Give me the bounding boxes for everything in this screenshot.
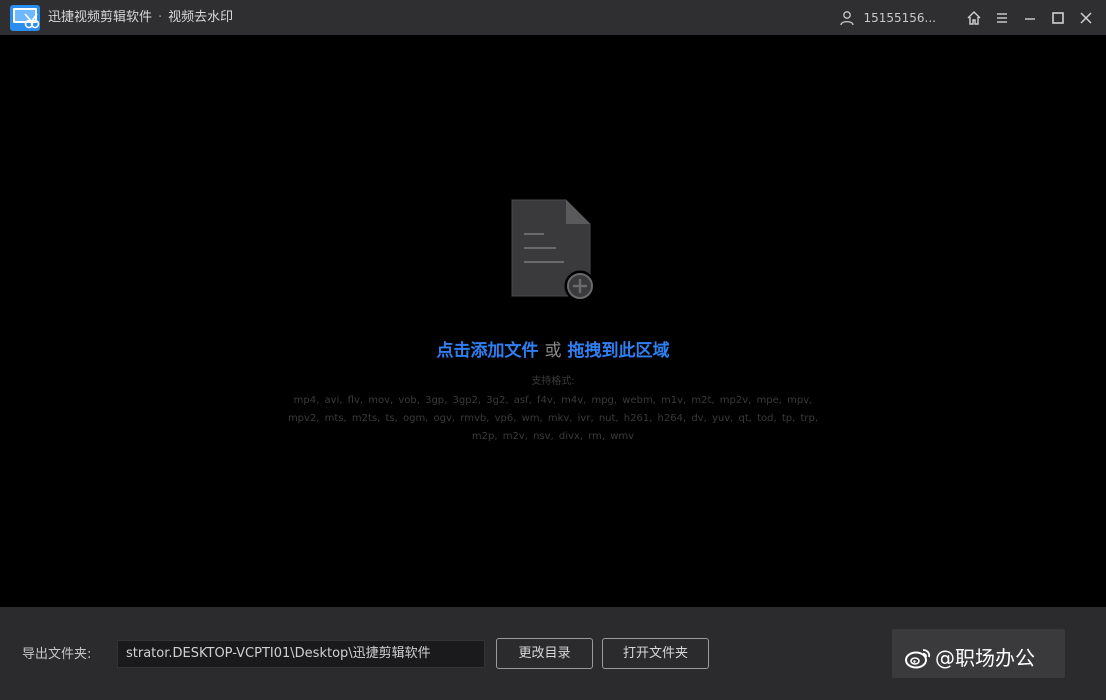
- close-icon: [1080, 11, 1092, 24]
- export-folder-label: 导出文件夹:: [22, 647, 92, 662]
- home-button[interactable]: [960, 0, 988, 35]
- add-file-link[interactable]: 点击添加文件: [437, 341, 539, 361]
- title-controls: 15155156...: [839, 0, 1106, 35]
- watermark-text: @职场办公: [935, 646, 1035, 670]
- add-file-prompt: 点击添加文件或拖拽到此区域: [0, 340, 1106, 362]
- source-watermark: @职场办公: [905, 645, 1035, 671]
- open-folder-button[interactable]: 打开文件夹: [602, 638, 709, 669]
- user-icon[interactable]: [839, 10, 855, 26]
- user-name[interactable]: 15155156...: [863, 11, 936, 25]
- close-button[interactable]: [1072, 0, 1100, 35]
- minimize-icon: [1025, 17, 1035, 20]
- export-path-field[interactable]: strator.DESKTOP-VCPTI01\Desktop\迅捷剪辑软件: [117, 640, 485, 668]
- menu-button[interactable]: [988, 0, 1016, 35]
- bottom-bar: 导出文件夹: strator.DESKTOP-VCPTI01\Desktop\迅…: [0, 607, 1106, 700]
- title-bar: 迅捷视频剪辑软件 · 视频去水印 15155156...: [0, 0, 1106, 35]
- title-separator: ·: [158, 10, 163, 25]
- app-logo-icon: [10, 5, 40, 31]
- app-name: 迅捷视频剪辑软件: [48, 10, 153, 25]
- file-drop-zone[interactable]: 点击添加文件或拖拽到此区域 支持格式: mp4, avi, flv, mov, …: [0, 35, 1106, 607]
- maximize-button[interactable]: [1044, 0, 1072, 35]
- change-directory-button[interactable]: 更改目录: [496, 638, 593, 669]
- module-name: 视频去水印: [168, 10, 234, 25]
- menu-icon: [997, 12, 1007, 23]
- or-text: 或: [544, 341, 562, 361]
- maximize-icon: [1052, 11, 1064, 24]
- supported-formats-list: mp4, avi, flv, mov, vob, 3gp, 3gp2, 3g2,…: [287, 395, 819, 442]
- file-add-icon[interactable]: [508, 196, 600, 304]
- supported-formats-label: 支持格式:: [531, 376, 575, 387]
- home-icon: [967, 10, 981, 25]
- weibo-icon: [905, 649, 931, 669]
- window-title: 迅捷视频剪辑软件 · 视频去水印: [48, 9, 233, 27]
- app-window: 迅捷视频剪辑软件 · 视频去水印 15155156... 点击添加文件 或 拖拽…: [0, 0, 1106, 700]
- minimize-button[interactable]: [1016, 0, 1044, 35]
- drag-here-link[interactable]: 拖拽到此区域: [568, 341, 670, 361]
